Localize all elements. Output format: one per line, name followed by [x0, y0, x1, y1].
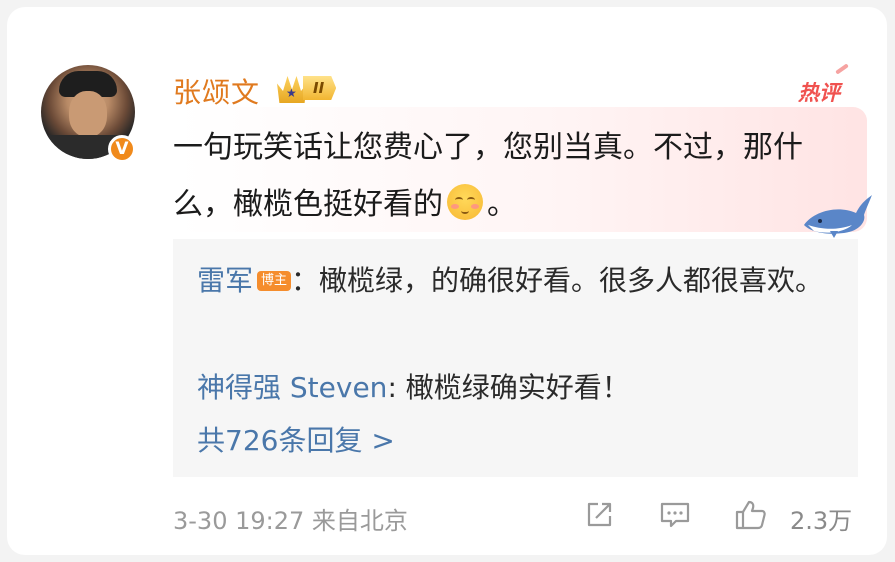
share-icon	[587, 502, 612, 527]
blogger-badge: 博主	[257, 271, 292, 291]
reply-author[interactable]: 神得强 Steven	[197, 371, 387, 404]
location-source: 来自北京	[311, 507, 408, 535]
timestamp: 3-30 19:27	[173, 507, 305, 535]
crown-icon: ★	[277, 76, 307, 103]
comment-card: V 张颂文 ★ II 热评 一句玩笑话让您费心了，您别当真。不过，那什么，橄榄色…	[7, 7, 887, 555]
comment-meta: 3-30 19:27 来自北京	[173, 501, 408, 536]
like-count: 2.3万	[790, 507, 853, 535]
comment-text: 一句玩笑话让您费心了，您别当真。不过，那什么，橄榄色挺好看的。	[173, 119, 813, 233]
reply-text: 橄榄绿，的确很好看。很多人都很喜欢。	[319, 264, 824, 297]
share-button[interactable]	[581, 497, 617, 533]
shy-smile-emoji-icon	[447, 184, 483, 220]
reply-item[interactable]: 神得强 Steven: 橄榄绿确实好看！	[197, 362, 630, 413]
reply-separator: ：	[291, 264, 320, 297]
hot-mark-icon	[835, 63, 849, 75]
replies-box: 雷军 博主 ：橄榄绿，的确很好看。很多人都很喜欢。 神得强 Steven: 橄榄绿确…	[173, 239, 858, 477]
reply-item[interactable]: 雷军 博主 ：橄榄绿，的确很好看。很多人都很喜欢。	[197, 255, 827, 306]
comment-text-end: 。	[487, 187, 517, 222]
hot-comment-label: 热评	[798, 81, 840, 105]
reply-author[interactable]: 雷军	[197, 264, 253, 297]
comment-icon	[660, 502, 690, 528]
like-button[interactable]	[733, 497, 769, 533]
level-tag: II	[303, 76, 337, 100]
whale-decoration-icon	[800, 191, 874, 243]
level-badge[interactable]: ★ II	[277, 73, 337, 103]
view-more-replies-link[interactable]: 共726条回复 >	[197, 415, 395, 466]
verified-badge-icon: V	[108, 135, 136, 163]
reply-text: 橄榄绿确实好看！	[405, 371, 630, 404]
username[interactable]: 张颂文	[173, 71, 260, 111]
comment-button[interactable]	[657, 497, 693, 533]
thumbs-up-icon	[735, 500, 766, 530]
reply-separator: :	[387, 371, 406, 404]
